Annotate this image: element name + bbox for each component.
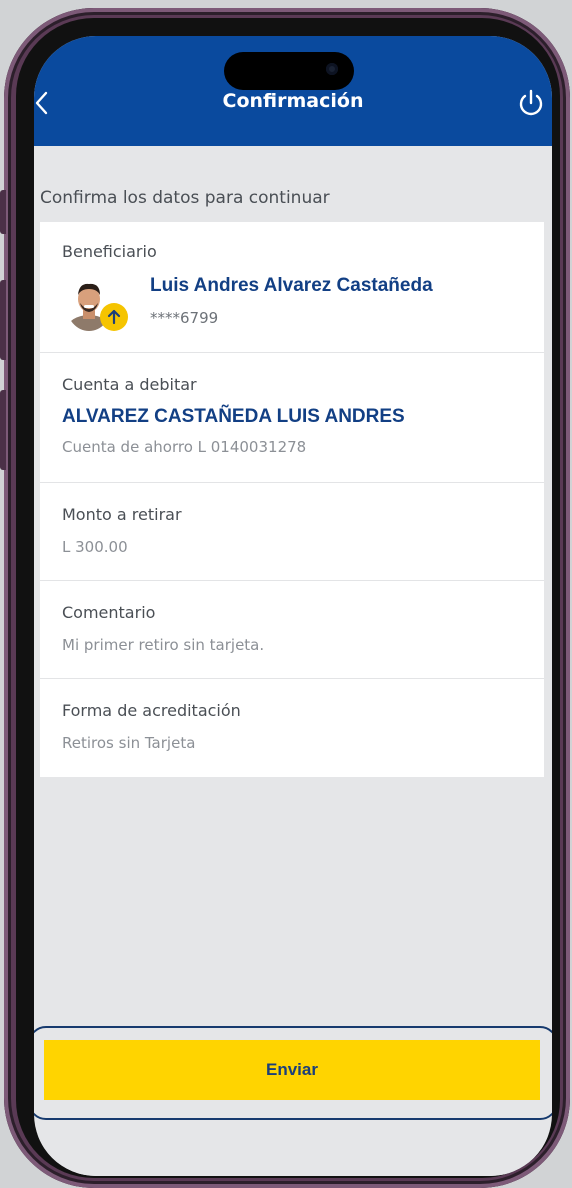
send-button[interactable]: Enviar [44,1040,540,1100]
debit-account-label: Cuenta a debitar [62,375,197,394]
beneficiary-row: Luis Andres Alvarez Castañeda ****6799 [62,275,522,335]
beneficiary-label: Beneficiario [62,242,157,261]
home-indicator-area [34,1134,552,1176]
transfer-badge [100,303,128,331]
beneficiary-account: ****6799 [150,309,219,327]
debit-account-detail: Cuenta de ahorro L 0140031278 [62,438,307,456]
comment-label: Comentario [62,603,156,622]
app-screen: Confirmación Confirma los datos para con… [34,36,552,1176]
amount-section: Monto a retirar L 300.00 [40,483,544,581]
comment-section: Comentario Mi primer retiro sin tarjeta. [40,581,544,679]
debit-account-holder: ALVAREZ CASTAÑEDA LUIS ANDRES [62,406,405,427]
app-header: Confirmación [34,36,552,146]
beneficiary-name: Luis Andres Alvarez Castañeda [150,275,433,296]
debit-account-section: Cuenta a debitar ALVAREZ CASTAÑEDA LUIS … [40,353,544,483]
credit-method-value: Retiros sin Tarjeta [62,734,196,752]
dynamic-island [224,52,354,90]
credit-method-label: Forma de acreditación [62,701,241,720]
arrow-up-icon [107,309,121,325]
amount-label: Monto a retirar [62,505,182,524]
beneficiary-section: Beneficiario Luis Andres Alvarez Castañe… [40,222,544,353]
amount-value: L 300.00 [62,538,128,556]
side-button-mute [0,190,6,234]
credit-method-section: Forma de acreditación Retiros sin Tarjet… [40,679,544,777]
power-icon [519,89,543,116]
page-title: Confirmación [222,90,364,112]
comment-value: Mi primer retiro sin tarjeta. [62,636,265,654]
camera-icon [326,63,338,75]
confirmation-card: Beneficiario Luis Andres Alvarez Castañe… [40,222,544,777]
side-button-volume-up [0,280,6,360]
instructions-text: Confirma los datos para continuar [40,188,330,208]
side-button-volume-down [0,390,6,470]
logout-button[interactable] [516,86,546,120]
